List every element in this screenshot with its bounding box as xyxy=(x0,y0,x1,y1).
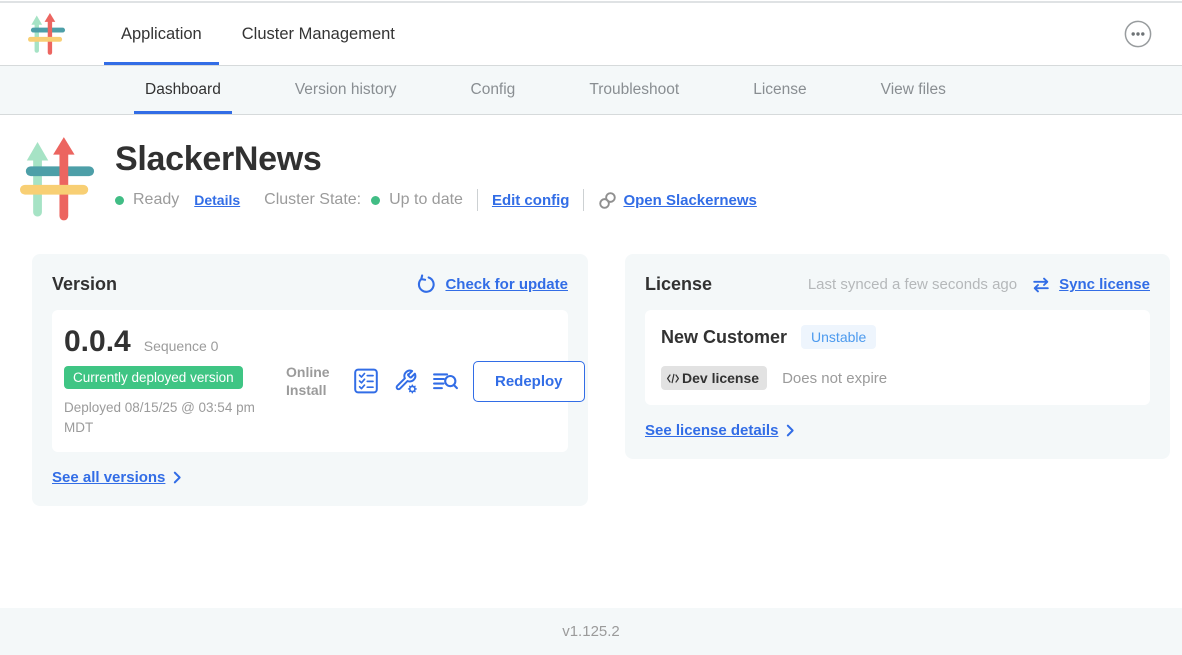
edit-config-icon[interactable] xyxy=(392,368,419,395)
subtab-view-files[interactable]: View files xyxy=(870,66,957,114)
slackernews-logo-large xyxy=(20,137,96,221)
subtab-license-label: License xyxy=(753,81,806,99)
tab-application[interactable]: Application xyxy=(104,3,219,65)
license-type-label: Dev license xyxy=(682,370,759,386)
license-header-right: Last synced a few seconds ago Sync licen… xyxy=(808,276,1150,294)
chevron-right-icon xyxy=(786,424,795,437)
version-number-row: 0.0.4 Sequence 0 xyxy=(64,325,286,359)
current-version-card: 0.0.4 Sequence 0 Currently deployed vers… xyxy=(52,310,568,452)
divider xyxy=(477,189,478,211)
subtab-version-history-label: Version history xyxy=(295,81,397,99)
license-detail-card: New Customer Unstable Dev license Does n… xyxy=(645,310,1150,405)
app-status-row: Ready Details Cluster State: Up to date … xyxy=(115,189,757,211)
version-card-header: Version Check for update xyxy=(52,274,568,295)
dashboard-main: SlackerNews Ready Details Cluster State:… xyxy=(0,115,1182,605)
app-hero: SlackerNews Ready Details Cluster State:… xyxy=(20,137,1182,221)
subtab-dashboard[interactable]: Dashboard xyxy=(134,66,232,114)
app-header: Application Cluster Management xyxy=(0,3,1182,66)
subtab-config[interactable]: Config xyxy=(460,66,527,114)
preflight-checks-icon[interactable] xyxy=(353,368,379,394)
customer-row: New Customer Unstable xyxy=(657,325,1134,349)
see-license-details-label: See license details xyxy=(645,422,778,439)
chain-link-icon xyxy=(598,191,617,210)
overflow-menu-button[interactable] xyxy=(1124,20,1152,48)
last-synced-label: Last synced a few seconds ago xyxy=(808,276,1017,293)
tab-cluster-management[interactable]: Cluster Management xyxy=(225,3,412,65)
app-subnav: Dashboard Version history Config Trouble… xyxy=(0,66,1182,115)
console-footer: v1.125.2 xyxy=(0,608,1182,655)
chevron-right-icon xyxy=(173,471,182,484)
subtab-version-history[interactable]: Version history xyxy=(284,66,408,114)
license-type-tag: Dev license xyxy=(661,366,767,390)
primary-nav: Application Cluster Management xyxy=(104,3,418,65)
version-card-title: Version xyxy=(52,274,117,295)
deployed-timestamp: Deployed 08/15/25 @ 03:54 pm MDT xyxy=(64,398,279,437)
tab-cluster-management-label: Cluster Management xyxy=(242,25,395,44)
ellipsis-icon xyxy=(1124,20,1152,48)
subtab-troubleshoot[interactable]: Troubleshoot xyxy=(578,66,690,114)
license-card-title: License xyxy=(645,274,712,295)
license-type-row: Dev license Does not expire xyxy=(657,366,1134,390)
app-hero-text: SlackerNews Ready Details Cluster State:… xyxy=(115,137,757,211)
edit-config-link[interactable]: Edit config xyxy=(492,192,570,209)
subtab-dashboard-label: Dashboard xyxy=(145,81,221,99)
sync-license-label: Sync license xyxy=(1059,276,1150,293)
channel-badge: Unstable xyxy=(801,325,876,349)
refresh-icon xyxy=(415,274,436,295)
subtab-license[interactable]: License xyxy=(742,66,817,114)
subtab-troubleshoot-label: Troubleshoot xyxy=(589,81,679,99)
version-sequence: Sequence 0 xyxy=(144,338,219,354)
version-number: 0.0.4 xyxy=(64,325,131,359)
open-app-link[interactable]: Open Slackernews xyxy=(598,191,756,210)
customer-name: New Customer xyxy=(661,327,787,348)
see-all-versions-link[interactable]: See all versions xyxy=(52,469,568,486)
subtab-config-label: Config xyxy=(471,81,516,99)
page-title: SlackerNews xyxy=(115,140,757,179)
divider xyxy=(583,189,584,211)
code-brackets-icon xyxy=(666,373,680,384)
install-type-label: Online Install xyxy=(286,363,338,399)
version-action-icons xyxy=(353,368,459,395)
license-card-header: License Last synced a few seconds ago Sy… xyxy=(645,274,1150,295)
deployed-status-badge: Currently deployed version xyxy=(64,366,243,389)
slackernews-logo-icon xyxy=(28,13,66,55)
status-details-link[interactable]: Details xyxy=(194,192,240,208)
sync-arrows-icon xyxy=(1031,276,1051,294)
open-app-link-label: Open Slackernews xyxy=(623,192,756,209)
license-expiration: Does not expire xyxy=(782,370,887,387)
cluster-state-value: Up to date xyxy=(389,191,463,209)
dashboard-cards: Version Check for update 0.0.4 Sequence … xyxy=(32,254,1170,506)
tab-application-label: Application xyxy=(121,25,202,44)
console-version: v1.125.2 xyxy=(562,623,620,640)
check-for-update-link[interactable]: Check for update xyxy=(415,274,568,295)
redeploy-button[interactable]: Redeploy xyxy=(473,361,585,402)
license-card: License Last synced a few seconds ago Sy… xyxy=(625,254,1170,459)
sync-license-link[interactable]: Sync license xyxy=(1031,276,1150,294)
cluster-state-dot-icon xyxy=(371,196,380,205)
current-version-info: 0.0.4 Sequence 0 Currently deployed vers… xyxy=(64,325,286,437)
cluster-state-label: Cluster State: xyxy=(264,191,361,209)
see-license-details-link[interactable]: See license details xyxy=(645,422,1150,439)
version-card: Version Check for update 0.0.4 Sequence … xyxy=(32,254,588,506)
app-status-dot-icon xyxy=(115,196,124,205)
view-logs-icon[interactable] xyxy=(432,368,459,395)
check-for-update-label: Check for update xyxy=(445,276,568,293)
app-status-label: Ready xyxy=(133,191,179,209)
subtab-view-files-label: View files xyxy=(881,81,946,99)
see-all-versions-label: See all versions xyxy=(52,469,165,486)
